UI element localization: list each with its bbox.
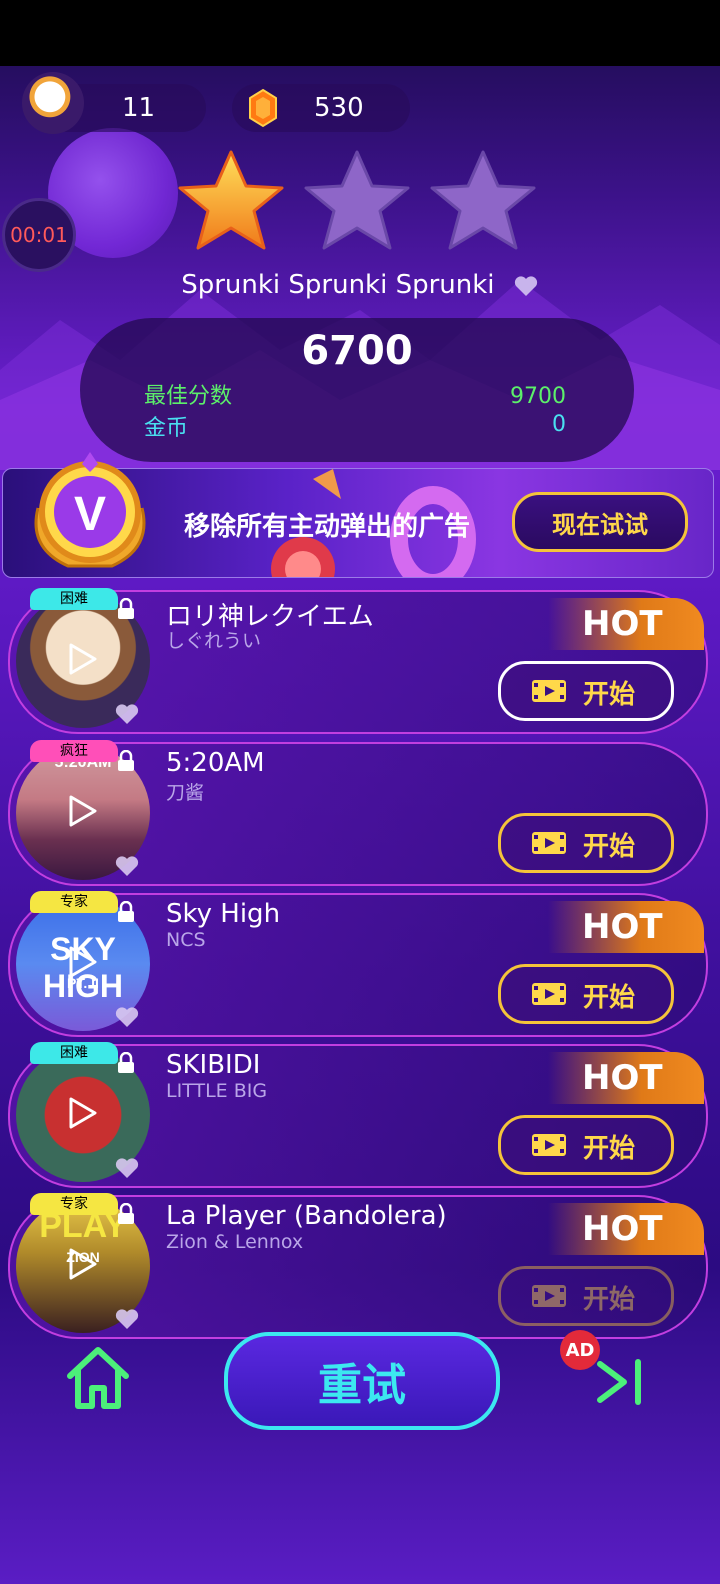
best-score-value: 9700 (510, 384, 566, 409)
difficulty-tag: 困难 (30, 588, 118, 610)
vip-badge-letter: V (74, 488, 106, 541)
hot-badge: HOT (548, 901, 704, 953)
video-ad-icon (532, 832, 566, 854)
start-button-label: 开始 (583, 983, 636, 1013)
best-score-label: 最佳分数 (144, 384, 233, 409)
lives-count: 11 (122, 93, 156, 123)
song-title: Sky High (166, 899, 281, 929)
coins-label: 金币 (144, 416, 189, 441)
start-button[interactable]: 开始 (498, 813, 674, 873)
video-ad-icon (532, 1134, 566, 1156)
hot-badge: HOT (548, 1052, 704, 1104)
timer: 00:01 (2, 198, 76, 272)
heart-icon[interactable] (114, 1005, 140, 1029)
song-artist: LITTLE BIG (166, 1080, 268, 1102)
hot-badge-label: HOT (582, 604, 663, 644)
start-button[interactable]: 开始 (498, 661, 674, 721)
play-icon[interactable] (68, 642, 98, 676)
song-artist: NCS (166, 929, 206, 951)
hot-badge-label: HOT (582, 1058, 663, 1098)
hot-badge-label: HOT (582, 907, 663, 947)
video-ad-icon (532, 1285, 566, 1307)
heart-icon[interactable] (114, 854, 140, 878)
lock-icon (118, 901, 134, 922)
score-panel: 6700 最佳分数 9700 金币 0 (80, 318, 634, 462)
song-title: La Player (Bandolera) (166, 1201, 447, 1231)
star-empty-icon (304, 150, 410, 250)
vip-banner-text: 移除所有主动弹出的广告 (184, 512, 471, 542)
start-button-label: 开始 (583, 680, 636, 710)
heart-icon[interactable] (114, 1307, 140, 1331)
coins-value: 0 (552, 412, 566, 437)
retry-button[interactable]: 重试 (224, 1332, 500, 1430)
hot-badge: HOT (548, 598, 704, 650)
lock-icon (118, 750, 134, 771)
song-title: 5:20AM (166, 748, 265, 778)
start-button[interactable]: 开始 (498, 1266, 674, 1326)
result-song-title-row: Sprunki Sprunki Sprunki (0, 270, 720, 300)
status-bar (0, 0, 720, 66)
lock-icon (118, 1052, 134, 1073)
song-artist: しぐれうい (166, 630, 262, 652)
hot-badge-label: HOT (582, 1209, 663, 1249)
result-song-title: Sprunki Sprunki Sprunki (181, 270, 495, 300)
start-button-label: 开始 (583, 1285, 636, 1315)
start-button[interactable]: 开始 (498, 964, 674, 1024)
try-now-button[interactable]: 现在试试 (512, 492, 688, 552)
star-empty-icon (430, 150, 536, 250)
play-icon[interactable] (68, 1247, 98, 1281)
start-button-label: 开始 (583, 1134, 636, 1164)
song-artist: Zion & Lennox (166, 1231, 304, 1253)
play-icon[interactable] (68, 945, 98, 979)
play-icon[interactable] (68, 1096, 98, 1130)
heart-icon[interactable] (513, 274, 539, 298)
gems-count: 530 (314, 93, 364, 123)
lock-icon (118, 598, 134, 619)
start-button-label: 开始 (583, 832, 636, 862)
hot-badge: HOT (548, 1203, 704, 1255)
vip-badge-icon: V (34, 452, 146, 568)
difficulty-tag: 疯狂 (30, 740, 118, 762)
ad-badge: AD (560, 1330, 600, 1370)
next-song-icon[interactable] (592, 1354, 648, 1410)
difficulty-tag: 困难 (30, 1042, 118, 1064)
song-artist: 刀酱 (166, 782, 205, 804)
score-value: 6700 (301, 328, 413, 374)
difficulty-tag: 专家 (30, 891, 118, 913)
avatar[interactable] (22, 72, 84, 134)
heart-icon[interactable] (114, 702, 140, 726)
start-button[interactable]: 开始 (498, 1115, 674, 1175)
song-title: SKIBIDI (166, 1050, 261, 1080)
video-ad-icon (532, 983, 566, 1005)
gem-icon (249, 88, 277, 128)
difficulty-tag: 专家 (30, 1193, 118, 1215)
video-ad-icon (532, 680, 566, 702)
play-icon[interactable] (68, 794, 98, 828)
star-filled-icon (178, 150, 284, 250)
lock-icon (118, 1203, 134, 1224)
gems-pill: 530 (232, 84, 410, 132)
home-icon[interactable] (62, 1342, 134, 1414)
heart-icon[interactable] (114, 1156, 140, 1180)
